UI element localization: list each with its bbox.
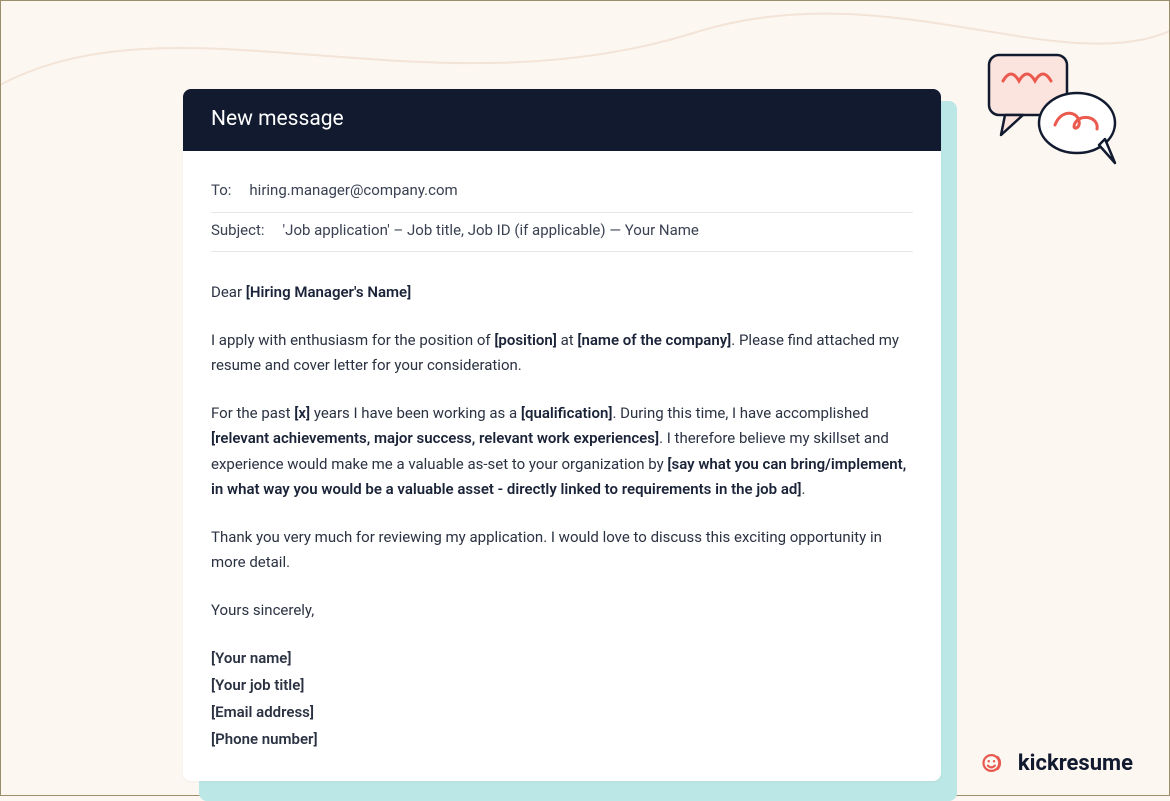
p2-qualification-placeholder: [qualification] <box>521 404 613 422</box>
compose-title: New message <box>211 107 344 131</box>
p2-achievements-placeholder: [relevant achievements, major success, r… <box>211 429 659 447</box>
p1-position-placeholder: [position] <box>494 331 557 349</box>
to-label: To: <box>211 178 231 204</box>
greeting-placeholder: [Hiring Manager's Name] <box>246 283 411 301</box>
p2-text-i: . <box>801 480 805 498</box>
subject-row: Subject: 'Job application' – Job title, … <box>211 215 913 253</box>
greeting-prefix: Dear <box>211 283 246 301</box>
signature-block: [Your name] [Your job title] [Email addr… <box>211 645 913 753</box>
p2-text-c: years I have been working as a <box>310 404 521 422</box>
compose-body: To: hiring.manager@company.com Subject: … <box>183 151 941 781</box>
subject-value[interactable]: 'Job application' – Job title, Job ID (i… <box>283 218 699 244</box>
subject-label: Subject: <box>211 218 265 244</box>
brand-logo: kickresume <box>980 749 1133 777</box>
greeting-line: Dear [Hiring Manager's Name] <box>211 280 913 306</box>
email-compose-card: New message To: hiring.manager@company.c… <box>183 89 941 781</box>
paragraph-2: For the past [x] years I have been worki… <box>211 401 913 503</box>
p2-text-e: . During this time, I have accomplished <box>612 404 868 422</box>
closing-text: Yours sincerely, <box>211 601 314 619</box>
p1-text-a: I apply with enthusiasm for the position… <box>211 331 494 349</box>
to-value[interactable]: hiring.manager@company.com <box>249 178 457 204</box>
paragraph-3: Thank you very much for reviewing my app… <box>211 525 913 576</box>
p3-text: Thank you very much for reviewing my app… <box>211 528 882 572</box>
p1-company-placeholder: [name of the company] <box>577 331 731 349</box>
paragraph-1: I apply with enthusiasm for the position… <box>211 328 913 379</box>
sig-name: [Your name] <box>211 645 913 672</box>
compose-header: New message <box>183 89 941 151</box>
p2-years-placeholder: [x] <box>294 404 310 422</box>
closing-line: Yours sincerely, <box>211 598 913 624</box>
p1-text-c: at <box>557 331 578 349</box>
sig-job-title: [Your job title] <box>211 672 913 699</box>
sig-phone: [Phone number] <box>211 726 913 753</box>
kickresume-icon <box>980 749 1008 777</box>
to-row: To: hiring.manager@company.com <box>211 175 913 213</box>
brand-name: kickresume <box>1018 751 1133 776</box>
p2-text-a: For the past <box>211 404 294 422</box>
speech-bubbles-illustration <box>977 49 1127 169</box>
sig-email: [Email address] <box>211 699 913 726</box>
